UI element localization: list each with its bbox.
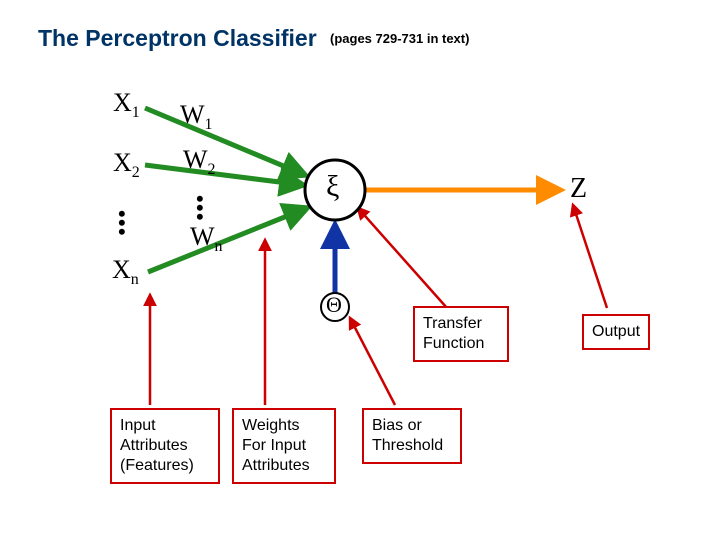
arrow-x2 [145,165,303,185]
node-symbol: ξ [326,170,339,204]
label-xn: Xn [112,255,139,289]
callout-transfer [358,208,447,308]
box-inputs: InputAttributes(Features) [110,408,220,484]
box-weights: WeightsFor InputAttributes [232,408,336,484]
bias-symbol: Θ [326,292,342,318]
input-ellipsis: ••• [118,210,126,236]
perceptron-diagram [0,0,720,540]
label-w2: W2 [183,145,216,179]
label-x2: X2 [113,148,140,182]
label-x1: X1 [113,88,140,122]
callout-bias [350,318,395,405]
arrow-x1 [145,108,305,175]
box-output: Output [582,314,650,350]
callout-output [573,205,607,308]
output-symbol: Z [570,173,587,205]
label-wn: Wn [190,222,223,256]
arrow-xn [148,208,307,272]
label-w1: W1 [180,100,213,134]
box-bias: Bias orThreshold [362,408,462,464]
weight-ellipsis: ••• [196,195,204,221]
box-transfer: TransferFunction [413,306,509,362]
